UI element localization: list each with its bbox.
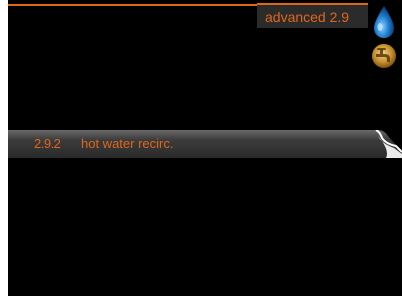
menu-item-label: hot water recirc.: [81, 136, 174, 151]
water-drop-icon: [374, 6, 394, 38]
header-divider-line: [8, 4, 258, 6]
hot-water-tap-icon: [372, 44, 396, 68]
header-tab: advanced 2.9: [257, 3, 368, 28]
selection-highlight: [8, 130, 402, 158]
menu-item-number: 2.9.2: [34, 136, 61, 151]
page-title: advanced 2.9: [265, 9, 350, 25]
display-screen: advanced 2.9 2.9.2 hot water recirc.: [8, 0, 402, 296]
menu-item-hot-water-recirc[interactable]: 2.9.2 hot water recirc.: [8, 130, 402, 158]
